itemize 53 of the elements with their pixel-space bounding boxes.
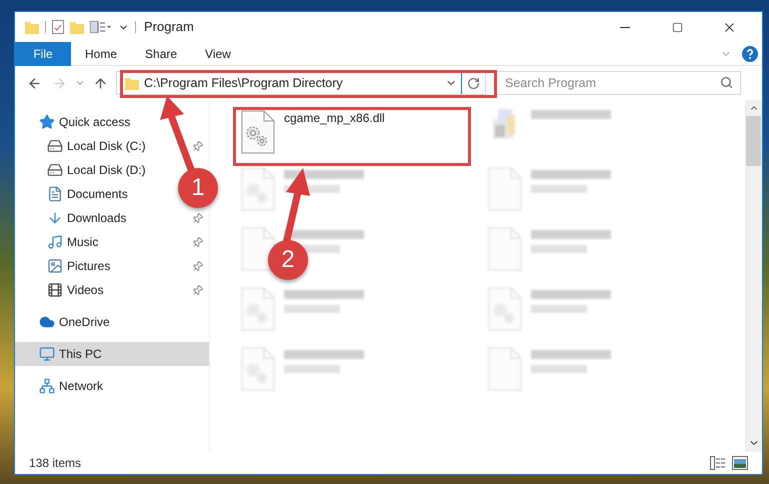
forward-icon[interactable] <box>52 76 67 90</box>
file-menu-button[interactable]: File <box>15 42 71 66</box>
maximize-icon <box>672 22 682 32</box>
cloud-icon <box>39 314 55 330</box>
sidebar-item[interactable]: Music <box>47 233 98 251</box>
scrollbar[interactable] <box>745 100 762 452</box>
sidebar-item[interactable]: Documents <box>47 185 128 203</box>
gear-file-icon <box>241 287 275 331</box>
sidebar-item[interactable]: Local Disk (D:) <box>47 161 146 179</box>
star-icon <box>39 114 55 130</box>
sidebar-item[interactable]: This PC <box>39 345 102 363</box>
sidebar-item[interactable]: Pictures <box>47 257 110 275</box>
sidebar-item[interactable]: Videos <box>47 281 104 299</box>
folder-icon <box>125 76 139 90</box>
search-icon[interactable] <box>720 76 733 89</box>
item-count: 138 items <box>29 455 82 472</box>
folder-icon <box>25 20 39 34</box>
sidebar-item[interactable]: Quick access <box>39 113 130 131</box>
address-bar[interactable]: C:\Program Files\Program Directory <box>116 71 486 95</box>
file-item[interactable]: cgame_mp_x86.dll <box>238 110 385 162</box>
help-icon[interactable] <box>742 46 758 62</box>
sidebar-item[interactable]: OneDrive <box>39 313 110 331</box>
sidebar-item[interactable]: Downloads <box>47 209 126 227</box>
ribbon-tab[interactable]: Home <box>71 42 132 66</box>
document-icon <box>47 186 63 202</box>
refresh-icon[interactable] <box>467 76 480 90</box>
view-options-icon[interactable] <box>90 21 112 33</box>
drive-icon <box>47 138 63 154</box>
gear-file-icon <box>241 347 275 391</box>
film-icon <box>47 282 63 298</box>
file-icon <box>241 227 275 271</box>
large-icons-view-icon[interactable] <box>732 456 748 470</box>
music-note-icon <box>47 234 63 250</box>
ribbon-tab[interactable]: View <box>191 42 245 66</box>
back-icon[interactable] <box>27 76 42 90</box>
sidebar-item[interactable]: Network <box>39 377 104 395</box>
monitor-icon <box>39 346 55 362</box>
scroll-thumb[interactable] <box>746 116 761 166</box>
download-icon <box>47 210 63 226</box>
gear-file-icon <box>241 110 275 154</box>
drive-icon <box>47 162 63 178</box>
network-icon <box>39 378 55 394</box>
sidebar-item[interactable]: Local Disk (C:) <box>47 137 146 155</box>
gear-file-icon <box>241 167 275 211</box>
search-field[interactable]: Search Program <box>496 71 741 95</box>
properties-icon[interactable] <box>52 20 64 34</box>
up-icon[interactable] <box>93 76 108 90</box>
window-title: Program <box>144 18 194 36</box>
details-view-icon[interactable] <box>710 456 726 470</box>
minimize-icon <box>620 26 630 28</box>
ribbon-tab[interactable]: Share <box>131 42 192 66</box>
picture-icon <box>47 258 63 274</box>
gear-file-icon <box>488 287 522 331</box>
